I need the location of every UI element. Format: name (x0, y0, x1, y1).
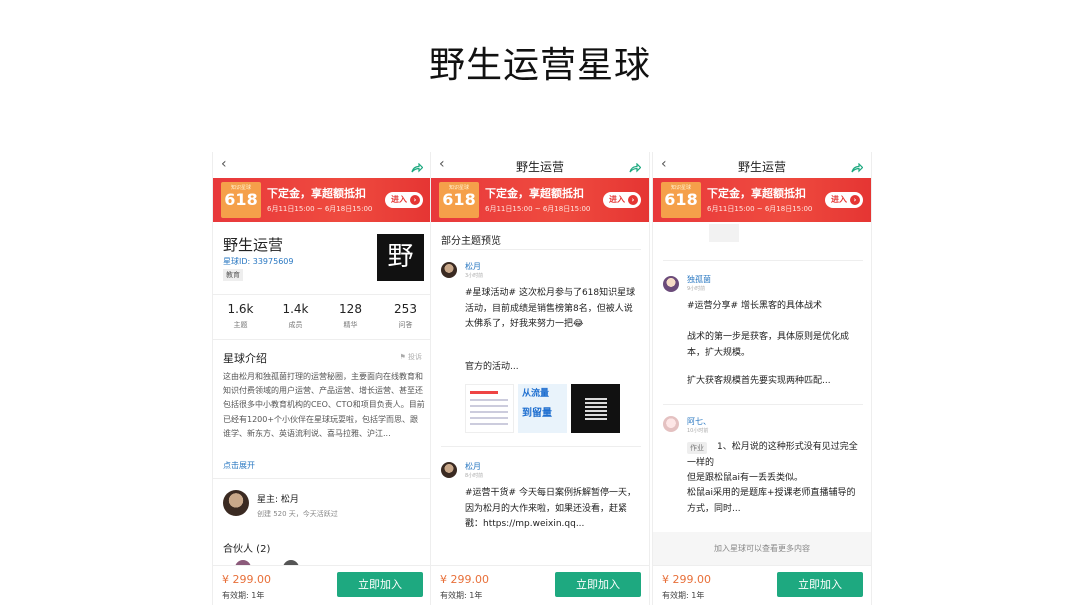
banner-enter-button[interactable]: 进入 › (603, 192, 641, 208)
post-time: 3小时前 (465, 273, 484, 279)
post-body[interactable]: #星球活动# 这次松月参与了618知识星球活动，目前成绩是销售榜第8名，但被人说… (465, 286, 641, 333)
banner-dates: 6月11日15:00 ~ 6月18日15:00 (485, 205, 591, 213)
author-avatar[interactable] (441, 262, 457, 278)
validity: 有效期: 1年 (440, 591, 483, 600)
owner-avatar[interactable] (223, 490, 249, 516)
post-time: 9小时前 (687, 286, 706, 292)
join-button[interactable]: 立即加入 (777, 572, 863, 597)
join-footer: ¥ 299.00 有效期: 1年 立即加入 (653, 565, 871, 605)
preview-heading: 部分主题预览 (441, 236, 501, 247)
stat-topics[interactable]: 1.6k 主题 (213, 302, 268, 330)
validity: 有效期: 1年 (662, 591, 705, 600)
post-author[interactable]: 独孤菌 (687, 274, 711, 285)
banner-headline: 下定金，享超额抵扣 (485, 187, 584, 200)
back-chevron-icon[interactable]: ‹ (221, 156, 227, 172)
owner-name[interactable]: 星主: 松月 (257, 492, 299, 505)
thumbnail-poster[interactable]: 从流量 到留量 (518, 384, 567, 433)
phone-screen-preview: ‹ 野生运营 知识星球 618 下定金，享超额抵扣 6月11日15:00 ~ 6… (430, 152, 650, 605)
nav-bar: ‹ (213, 152, 431, 178)
validity: 有效期: 1年 (222, 591, 265, 600)
thumbnail-ranking[interactable] (465, 384, 514, 433)
618-badge: 知识星球 618 (221, 182, 261, 218)
banner-dates: 6月11日15:00 ~ 6月18日15:00 (267, 205, 373, 213)
slide-title: 野生运营星球 (428, 45, 651, 86)
divider (441, 249, 641, 250)
post-body[interactable]: #运营分享# 增长黑客的具体战术 (687, 299, 863, 315)
arrow-right-icon: › (410, 195, 420, 205)
post-time: 8小时前 (465, 473, 484, 479)
intro-text: 这由松月和独孤菌打理的运营秘圈，主要面向在线教育和知识付费领域的用户运营、产品运… (223, 372, 425, 438)
author-avatar[interactable] (441, 462, 457, 478)
post-body[interactable]: #运营干货# 今天每日案例拆解暂停一天，因为松月的大作来啦，如果还没看，赶紧戳：… (465, 486, 637, 533)
category-tag[interactable]: 教育 (223, 269, 243, 281)
join-to-see-more[interactable]: 加入星球可以查看更多内容 (653, 532, 871, 565)
divider (213, 478, 431, 479)
divider (663, 404, 863, 405)
owner-meta: 创建 520 天，今天活跃过 (257, 510, 338, 518)
planet-logo: 野 (377, 234, 424, 281)
promo-banner[interactable]: 知识星球 618 下定金，享超额抵扣 6月11日15:00 ~ 6月18日15:… (431, 178, 649, 222)
post-body[interactable]: 1、松月说的这种形式没有见过完全一样的 (687, 440, 863, 471)
report-link[interactable]: ⚑ 投诉 (399, 352, 422, 362)
divider (213, 294, 431, 295)
divider (213, 339, 431, 340)
banner-enter-button[interactable]: 进入 › (385, 192, 423, 208)
618-badge: 知识星球 618 (661, 182, 701, 218)
share-icon[interactable] (629, 158, 642, 177)
expand-link[interactable]: 点击展开 (223, 460, 255, 471)
qr-code-icon (585, 398, 607, 420)
banner-headline: 下定金，享超额抵扣 (267, 187, 366, 200)
stat-members[interactable]: 1.4k 成员 (268, 302, 323, 330)
post-body-p2[interactable]: 战术的第一步是获客，具体原则是优化成本，扩大规模。 (687, 330, 863, 361)
planet-name: 野生运营 (223, 236, 284, 254)
618-badge: 知识星球 618 (439, 182, 479, 218)
post-author[interactable]: 阿七、 (687, 416, 711, 427)
join-footer: ¥ 299.00 有效期: 1年 立即加入 (431, 565, 649, 605)
planet-id: 星球ID: 33975609 (223, 257, 294, 266)
post-images: 从流量 到留量 (465, 384, 625, 434)
post-body-l2[interactable]: 但是跟松鼠ai有一丢丢类似。 (687, 471, 863, 487)
stat-qa[interactable]: 253 问答 (378, 302, 431, 330)
partners-heading: 合伙人 (2) (223, 544, 271, 555)
share-icon[interactable] (411, 158, 424, 177)
stat-featured[interactable]: 128 精华 (323, 302, 378, 330)
join-button[interactable]: 立即加入 (337, 572, 423, 597)
intro-heading: 星球介绍 (223, 352, 267, 365)
author-avatar[interactable] (663, 276, 679, 292)
divider (441, 446, 641, 447)
author-avatar[interactable] (663, 416, 679, 432)
join-button[interactable]: 立即加入 (555, 572, 641, 597)
price: ¥ 299.00 (662, 573, 711, 586)
phone-screen-topics: ‹ 野生运营 知识星球 618 下定金，享超额抵扣 6月11日15:00 ~ 6… (652, 152, 872, 605)
thumbnail-qrcode[interactable] (571, 384, 620, 433)
banner-enter-button[interactable]: 进入 › (825, 192, 863, 208)
previous-image-fragment (709, 224, 739, 242)
promo-banner[interactable]: 知识星球 618 下定金，享超额抵扣 6月11日15:00 ~ 6月18日15:… (213, 178, 431, 222)
promo-banner[interactable]: 知识星球 618 下定金，享超额抵扣 6月11日15:00 ~ 6月18日15:… (653, 178, 871, 222)
price: ¥ 299.00 (222, 573, 271, 586)
divider (663, 260, 863, 261)
nav-title: 野生运营 (737, 160, 786, 174)
post-author[interactable]: 松月 (465, 461, 481, 472)
share-icon[interactable] (851, 158, 864, 177)
nav-bar: ‹ 野生运营 (431, 152, 649, 178)
banner-headline: 下定金，享超额抵扣 (707, 187, 806, 200)
phone-screen-overview: ‹ 知识星球 618 下定金，享超额抵扣 6月11日15:00 ~ 6月18日1… (212, 152, 432, 605)
post-body-l3[interactable]: 松鼠ai采用的是题库+授课老师直播辅导的方式，同时... (687, 486, 863, 517)
arrow-right-icon: › (628, 195, 638, 205)
stats-row: 1.6k 主题 1.4k 成员 128 精华 253 问答 (213, 302, 431, 332)
post-body-p3[interactable]: 扩大获客规模首先要实现两种匹配... (687, 374, 863, 390)
price: ¥ 299.00 (440, 573, 489, 586)
post-author[interactable]: 松月 (465, 261, 481, 272)
join-footer: ¥ 299.00 有效期: 1年 立即加入 (213, 565, 431, 605)
arrow-right-icon: › (850, 195, 860, 205)
nav-title: 野生运营 (515, 160, 564, 174)
nav-bar: ‹ 野生运营 (653, 152, 871, 178)
banner-dates: 6月11日15:00 ~ 6月18日15:00 (707, 205, 813, 213)
post-body-more[interactable]: 官方的活动... (465, 360, 519, 376)
post-time: 10小时前 (687, 428, 709, 434)
